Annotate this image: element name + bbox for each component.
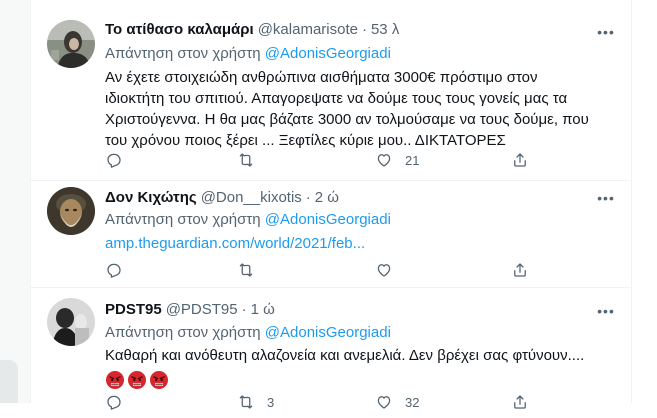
tweet[interactable]: ••• PDST95 @PDST95 · 1 ώ Απάντηση στον χρήσ… [31, 288, 631, 418]
user-handle[interactable]: @kalamarisote [258, 21, 358, 38]
tweet-text: Αν έχετε στοιχειώδη ανθρώπινα αισθήματα … [105, 67, 613, 151]
share-icon [514, 395, 526, 409]
tweet-link[interactable]: amp.theguardian.com/world/2021/feb... [105, 235, 365, 252]
tweet-header: Δον Κιχώτης @Don__kixotis · 2 ώ [105, 188, 613, 208]
angry-face-emoji [128, 371, 146, 389]
tweet-text-line: του χρόνου ποιος ξέρει ... Ξεφτίλες κύρι… [105, 132, 506, 149]
reply-icon [107, 263, 121, 278]
reply-context: Απάντηση στον χρήστη @AdonisGeorgiadi [105, 44, 613, 64]
separator: · [241, 301, 247, 318]
share-button[interactable] [511, 392, 529, 412]
tweet-text-line: Χριστούγεννα. Η θα μας βάζατε 3000 αν το… [105, 111, 589, 128]
like-count: 21 [405, 152, 420, 168]
timeline: ••• Το ατίθασο καλαμάρι @kalamarisote · 53 … [30, 0, 632, 410]
reply-mention[interactable]: @AdonisGeorgiadi [265, 324, 391, 341]
user-handle[interactable]: @Don__kixotis [201, 189, 302, 206]
tweet-text: amp.theguardian.com/world/2021/feb... [105, 233, 613, 254]
retweet-count: 3 [267, 394, 275, 410]
display-name[interactable]: PDST95 [105, 301, 162, 318]
reply-prefix: Απάντηση στον χρήστη [105, 324, 261, 341]
reply-icon [107, 395, 121, 410]
avatar[interactable] [47, 298, 95, 346]
tweet-actions: 21 [105, 150, 535, 170]
timestamp[interactable]: 2 ώ [315, 189, 339, 206]
reply-context: Απάντηση στον χρήστη @AdonisGeorgiadi [105, 323, 613, 343]
display-name[interactable]: Το ατίθασο καλαμάρι [105, 21, 254, 38]
retweet-icon [239, 153, 253, 167]
share-icon [514, 263, 526, 277]
share-button[interactable] [511, 150, 529, 170]
avatar[interactable] [47, 20, 95, 68]
timestamp[interactable]: 1 ώ [251, 301, 275, 318]
tweet[interactable]: ••• Το ατίθασο καλαμάρι @kalamarisote · 53 … [31, 0, 631, 181]
left-rail [0, 0, 30, 403]
tweet-text-line: Αν έχετε στοιχειώδη ανθρώπινα αισθήματα … [105, 69, 538, 86]
tweet-text-line: ιδιοκτήτη του σπιτιού. Απαγορεψατε να δο… [105, 90, 568, 107]
share-button[interactable] [511, 260, 529, 280]
like-icon [377, 264, 391, 277]
like-button[interactable] [375, 260, 405, 280]
tweet-header: PDST95 @PDST95 · 1 ώ [105, 300, 613, 320]
retweet-button[interactable] [237, 260, 267, 280]
reply-prefix: Απάντηση στον χρήστη [105, 45, 261, 62]
tweet-header: Το ατίθασο καλαμάρι @kalamarisote · 53 λ [105, 20, 613, 40]
tweet-actions [105, 260, 535, 280]
tweet[interactable]: ••• Δον Κιχώτης @Don__kixotis · 2 ώ Απάντησ… [31, 181, 631, 288]
reply-mention[interactable]: @AdonisGeorgiadi [265, 211, 391, 228]
timestamp[interactable]: 53 λ [371, 21, 399, 38]
like-button[interactable]: 21 [375, 150, 419, 170]
rail-highlight [0, 360, 18, 403]
reply-button[interactable] [105, 392, 135, 412]
reply-mention[interactable]: @AdonisGeorgiadi [265, 45, 391, 62]
retweet-button[interactable] [237, 150, 267, 170]
angry-face-emoji [150, 371, 168, 389]
reply-context: Απάντηση στον χρήστη @AdonisGeorgiadi [105, 210, 613, 230]
angry-face-emoji [106, 371, 124, 389]
tweet-actions: 3 32 [105, 392, 535, 412]
share-icon [514, 153, 526, 167]
like-icon [377, 396, 391, 409]
separator: · [305, 189, 311, 206]
separator: · [361, 21, 367, 38]
retweet-icon [239, 395, 253, 409]
like-icon [377, 154, 391, 167]
like-count: 32 [405, 394, 420, 410]
avatar[interactable] [47, 187, 95, 235]
user-handle[interactable]: @PDST95 [166, 301, 238, 318]
retweet-icon [239, 263, 253, 277]
reply-button[interactable] [105, 260, 135, 280]
reply-button[interactable] [105, 150, 135, 170]
like-button[interactable]: 32 [375, 392, 419, 412]
display-name[interactable]: Δον Κιχώτης [105, 189, 197, 206]
emoji-row [105, 370, 613, 390]
tweet-text: Καθαρή και ανόθευτη αλαζονεία και ανεμελ… [105, 347, 585, 364]
reply-prefix: Απάντηση στον χρήστη [105, 211, 261, 228]
reply-icon [107, 153, 121, 168]
retweet-button[interactable]: 3 [237, 392, 274, 412]
